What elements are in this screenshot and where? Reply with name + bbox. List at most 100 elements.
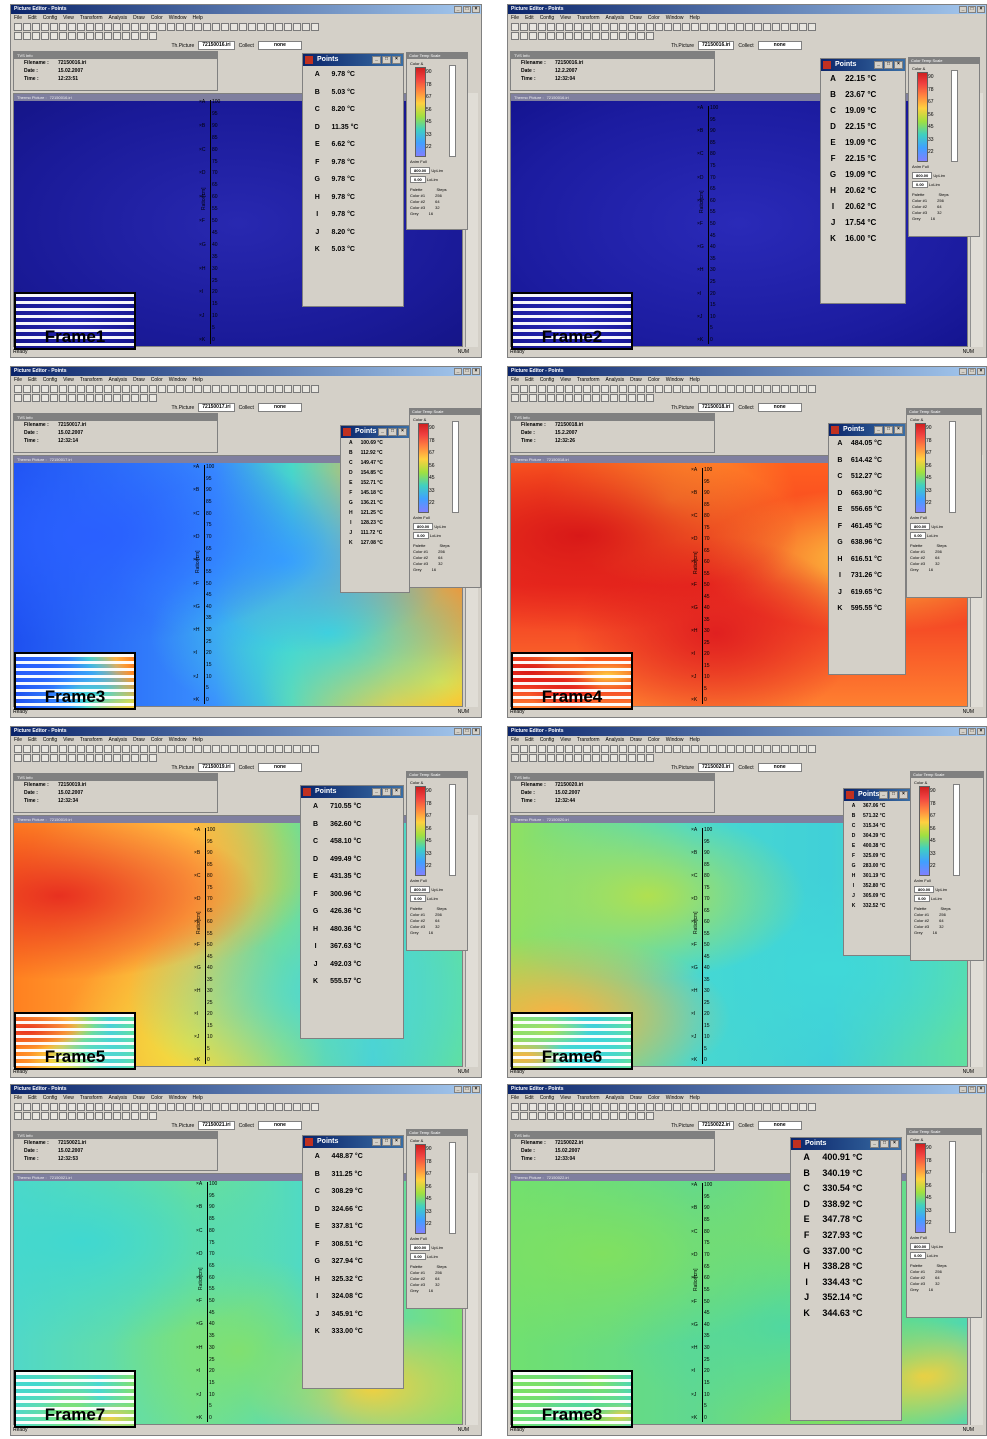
toolbar-button[interactable] <box>511 754 519 762</box>
full-checkbox[interactable]: Full <box>922 164 928 169</box>
ruler-point-marker[interactable]: ×G <box>691 1322 698 1328</box>
menu-item-transform[interactable]: Transform <box>80 376 103 384</box>
toolbar-button[interactable] <box>104 385 112 393</box>
steps-radio[interactable]: 256 <box>435 1270 442 1275</box>
menu-item-color[interactable]: Color <box>151 14 163 22</box>
toolbar-button[interactable] <box>230 23 238 31</box>
palette-radio[interactable]: Grey <box>912 216 921 221</box>
toolbar-button[interactable] <box>754 1103 762 1111</box>
toolbar-button[interactable] <box>511 1103 519 1111</box>
toolbar-button[interactable] <box>655 385 663 393</box>
toolbar-button[interactable] <box>68 1112 76 1120</box>
toolbar-button[interactable] <box>212 1103 220 1111</box>
toolbar-button[interactable] <box>691 745 699 753</box>
toolbar-button[interactable] <box>239 745 247 753</box>
menu-item-help[interactable]: Help <box>690 1094 700 1102</box>
ruler-point-marker[interactable]: ×J <box>193 674 198 680</box>
toolbar-button[interactable] <box>700 385 708 393</box>
menu-item-color[interactable]: Color <box>648 14 660 22</box>
toolbar-button[interactable] <box>565 754 573 762</box>
ruler-point-marker[interactable]: ×B <box>691 491 697 496</box>
toolbar-button[interactable] <box>50 394 58 402</box>
toolbar-button[interactable] <box>68 32 76 40</box>
toolbar-button[interactable] <box>538 754 546 762</box>
toolbar-button[interactable] <box>77 385 85 393</box>
toolbar-button[interactable] <box>637 1103 645 1111</box>
toolbar-button[interactable] <box>619 23 627 31</box>
toolbar-button[interactable] <box>520 385 528 393</box>
toolbar-button[interactable] <box>736 745 744 753</box>
toolbar-button[interactable] <box>131 1103 139 1111</box>
ruler-point-marker[interactable]: ×K <box>697 338 703 343</box>
menu-item-analysis[interactable]: Analysis <box>109 1094 128 1102</box>
toolbar-button[interactable] <box>538 745 546 753</box>
toolbar-button[interactable] <box>104 32 112 40</box>
toolbar-button[interactable] <box>592 754 600 762</box>
toolbar-button[interactable] <box>763 745 771 753</box>
toolbar-button[interactable] <box>529 1112 537 1120</box>
ruler-point-marker[interactable]: ×A <box>193 465 199 470</box>
toolbar-button[interactable] <box>212 745 220 753</box>
toolbar-button[interactable] <box>565 385 573 393</box>
toolbar-button[interactable] <box>248 385 256 393</box>
points-minimize-button[interactable]: _ <box>372 1138 381 1146</box>
ruler-point-marker[interactable]: ×B <box>193 488 199 493</box>
toolbar-button[interactable] <box>41 745 49 753</box>
menu-item-color[interactable]: Color <box>648 736 660 744</box>
ruler-point-marker[interactable]: ×F <box>199 219 205 224</box>
toolbar-button[interactable] <box>68 1103 76 1111</box>
toolbar-button[interactable] <box>772 23 780 31</box>
scale-slider[interactable] <box>449 784 456 876</box>
toolbar-button[interactable] <box>799 385 807 393</box>
toolbar-button[interactable] <box>104 394 112 402</box>
toolbar-button[interactable] <box>682 23 690 31</box>
maximize-button[interactable]: □ <box>968 6 976 13</box>
menu-item-config[interactable]: Config <box>540 736 554 744</box>
ruler-point-marker[interactable]: ×C <box>691 1229 698 1235</box>
toolbar-button[interactable] <box>284 745 292 753</box>
toolbar-button[interactable] <box>113 1103 121 1111</box>
points-minimize-button[interactable]: _ <box>378 428 387 436</box>
toolbar-button[interactable] <box>511 23 519 31</box>
toolbar-button[interactable] <box>185 1103 193 1111</box>
points-close-button[interactable]: × <box>398 428 407 436</box>
toolbar-button[interactable] <box>511 1112 519 1120</box>
toolbar-button[interactable] <box>601 745 609 753</box>
toolbar-button[interactable] <box>23 745 31 753</box>
toolbar-button[interactable] <box>727 23 735 31</box>
steps-radio[interactable]: 64 <box>435 199 439 204</box>
toolbar-button[interactable] <box>122 32 130 40</box>
menu-item-window[interactable]: Window <box>666 1094 684 1102</box>
close-button[interactable]: × <box>977 368 985 375</box>
toolbar-button[interactable] <box>131 23 139 31</box>
ruler-point-marker[interactable]: ×B <box>691 1206 697 1211</box>
menu-item-help[interactable]: Help <box>193 736 203 744</box>
toolbar-button[interactable] <box>592 394 600 402</box>
ruler-point-marker[interactable]: ×I <box>199 290 203 295</box>
toolbar-button[interactable] <box>646 754 654 762</box>
steps-radio[interactable]: 256 <box>935 1269 942 1274</box>
toolbar-button[interactable] <box>59 1112 67 1120</box>
menu-item-view[interactable]: View <box>63 14 74 22</box>
toolbar-button[interactable] <box>610 394 618 402</box>
toolbar-button[interactable] <box>176 745 184 753</box>
toolbar-button[interactable] <box>221 1103 229 1111</box>
toolbar-button[interactable] <box>239 23 247 31</box>
toolbar-button[interactable] <box>275 23 283 31</box>
points-minimize-button[interactable]: _ <box>874 61 883 69</box>
toolbar-button[interactable] <box>619 745 627 753</box>
toolbar-button[interactable] <box>77 32 85 40</box>
toolbar-button[interactable] <box>23 394 31 402</box>
toolbar-button[interactable] <box>167 385 175 393</box>
toolbar-button[interactable] <box>167 23 175 31</box>
steps-radio[interactable]: 256 <box>435 193 442 198</box>
collect-field[interactable]: none <box>757 403 802 412</box>
toolbar-button[interactable] <box>203 1103 211 1111</box>
toolbar-button[interactable] <box>230 1103 238 1111</box>
toolbar-button[interactable] <box>565 745 573 753</box>
palette-radio[interactable]: Color #1 <box>410 912 425 917</box>
lolim-field[interactable]: 0.00 <box>910 532 926 539</box>
points-minimize-button[interactable]: _ <box>870 1140 879 1148</box>
steps-radio[interactable]: 32 <box>435 924 439 929</box>
menu-item-transform[interactable]: Transform <box>577 14 600 22</box>
